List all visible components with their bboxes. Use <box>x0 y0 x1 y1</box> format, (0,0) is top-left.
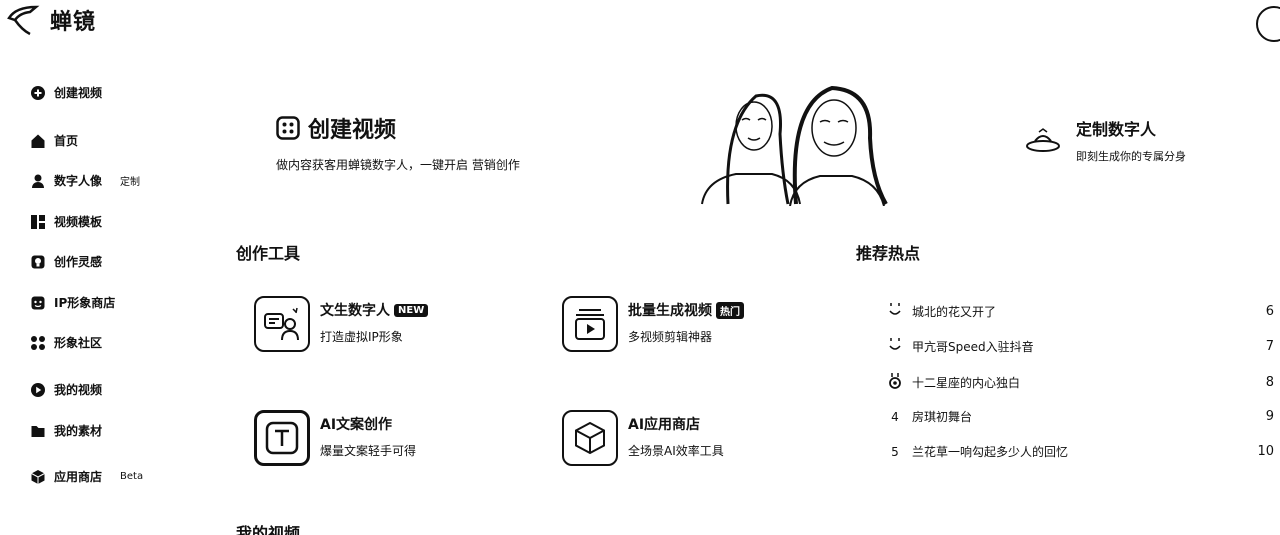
digital-human-illustration <box>696 84 908 206</box>
tool-ai-copywriting[interactable]: AI文案创作 爆量文案轻手可得 <box>254 410 416 466</box>
create-grid-icon <box>276 116 300 140</box>
template-grid-icon <box>31 214 45 229</box>
sidebar-item-label: 创建视频 <box>54 86 103 100</box>
rank-medal-icon <box>886 372 904 393</box>
tool-name: 批量生成视频 <box>628 303 712 319</box>
avatar-chat-icon <box>254 296 310 352</box>
sidebar-item-ip-store[interactable]: IP形象商店 <box>30 294 115 311</box>
hot-topic-item[interactable]: 4 房琪初舞台 9 <box>886 408 1274 425</box>
sidebar-item-my-materials[interactable]: 我的素材 <box>30 422 102 439</box>
sidebar-item-my-videos[interactable]: 我的视频 <box>30 381 102 398</box>
sidebar-item-create-video[interactable]: 创建视频 <box>30 84 102 101</box>
sidebar-item-label: 我的视频 <box>54 383 103 397</box>
tool-desc: 全场景AI效率工具 <box>628 444 724 458</box>
tool-name: AI文案创作 <box>320 417 393 433</box>
community-icon <box>31 335 45 350</box>
app-logo[interactable]: 蝉镜 <box>6 4 96 36</box>
sidebar-item-community[interactable]: 形象社区 <box>30 334 102 351</box>
sidebar-item-tag: Beta <box>120 471 144 482</box>
hot-section-title: 推荐热点 <box>856 244 921 263</box>
folder-icon <box>31 425 45 437</box>
plus-circle-icon <box>31 85 45 100</box>
hot-badge: 热门 <box>716 301 744 319</box>
cube-icon <box>562 410 618 466</box>
tools-section-title: 创作工具 <box>236 244 301 263</box>
tool-ai-app-store[interactable]: AI应用商店 全场景AI效率工具 <box>562 410 724 466</box>
sidebar-item-label: IP形象商店 <box>54 296 116 310</box>
bulb-icon <box>31 255 45 268</box>
custom-digital-human-title: 定制数字人 <box>1076 120 1157 139</box>
hot-topic-rank: 5 <box>891 444 899 459</box>
hot-topic-text: 房琪初舞台 <box>912 410 973 424</box>
new-badge: NEW <box>394 303 429 317</box>
user-avatar-button[interactable] <box>1256 6 1280 42</box>
sidebar-item-label: 首页 <box>54 134 79 148</box>
sidebar-item-inspiration[interactable]: 创作灵感 <box>30 253 102 270</box>
sidebar-item-home[interactable]: 首页 <box>30 132 78 149</box>
hot-topic-item[interactable]: 甲亢哥Speed入驻抖音 7 <box>886 337 1274 356</box>
sidebar-item-digital-human[interactable]: 数字人像 定制 <box>30 172 140 189</box>
create-video-desc: 做内容获客用蝉镜数字人，一键开启 营销创作 <box>276 158 520 172</box>
sidebar-item-video-template[interactable]: 视频模板 <box>30 213 102 230</box>
hot-topic-text: 兰花草一响勾起多少人的回忆 <box>912 445 1069 459</box>
hot-topic-rank: 4 <box>891 409 899 424</box>
hot-topic-text: 城北的花又开了 <box>912 305 997 319</box>
hot-topic-item[interactable]: 5 兰花草一响勾起多少人的回忆 10 <box>886 443 1274 460</box>
create-video-title: 创建视频 <box>308 118 397 143</box>
hot-topic-count: 6 <box>1265 304 1274 319</box>
tool-name: 文生数字人 <box>320 303 390 319</box>
tool-desc: 打造虚拟IP形象 <box>320 330 403 344</box>
hot-topic-count: 8 <box>1265 375 1274 390</box>
two-women-figure <box>701 85 888 206</box>
sidebar-item-label: 视频模板 <box>54 215 103 229</box>
hot-topic-count: 9 <box>1265 409 1274 424</box>
custom-human-icon <box>1026 128 1060 152</box>
cube-icon <box>31 469 45 484</box>
sidebar-item-app-store[interactable]: 应用商店 Beta <box>30 468 143 485</box>
play-circle-icon <box>31 382 45 397</box>
chanjing-logo-icon <box>7 5 40 36</box>
custom-digital-human-banner[interactable]: 定制数字人 即刻生成你的专属分身 <box>1024 116 1186 164</box>
sidebar-item-label: 形象社区 <box>54 336 103 350</box>
rank-medal-icon <box>886 337 904 356</box>
sidebar-item-label: 创作灵感 <box>54 255 103 269</box>
sidebar-item-label: 数字人像 <box>54 174 103 188</box>
tool-desc: 爆量文案轻手可得 <box>320 444 417 458</box>
hot-topic-text: 甲亢哥Speed入驻抖音 <box>912 340 1034 354</box>
tool-desc: 多视频剪辑神器 <box>628 330 713 344</box>
home-icon <box>31 134 45 148</box>
hot-topic-count: 7 <box>1265 339 1274 354</box>
app-name: 蝉镜 <box>50 10 97 35</box>
custom-digital-human-desc: 即刻生成你的专属分身 <box>1076 150 1186 163</box>
text-t-icon <box>254 410 310 466</box>
video-stack-icon <box>562 296 618 352</box>
sidebar-item-tag: 定制 <box>120 177 141 188</box>
sidebar-item-label: 我的素材 <box>54 424 103 438</box>
my-videos-section-title: 我的视频 <box>236 524 301 535</box>
hot-topic-count: 10 <box>1257 444 1274 459</box>
person-icon <box>32 174 44 188</box>
hot-topic-text: 十二星座的内心独白 <box>912 376 1021 390</box>
tool-name: AI应用商店 <box>628 417 701 433</box>
hot-topic-item[interactable]: 城北的花又开了 6 <box>886 302 1274 321</box>
hot-topic-item[interactable]: 十二星座的内心独白 8 <box>886 372 1274 393</box>
store-face-icon <box>31 296 45 309</box>
tool-text-to-digital-human[interactable]: 文生数字人 NEW 打造虚拟IP形象 <box>254 296 429 352</box>
rank-medal-icon <box>886 302 904 321</box>
create-video-banner[interactable]: 创建视频 做内容获客用蝉镜数字人，一键开启 营销创作 <box>276 112 520 173</box>
sidebar-item-label: 应用商店 <box>54 470 103 484</box>
tool-batch-video[interactable]: 批量生成视频 热门 多视频剪辑神器 <box>562 296 744 352</box>
